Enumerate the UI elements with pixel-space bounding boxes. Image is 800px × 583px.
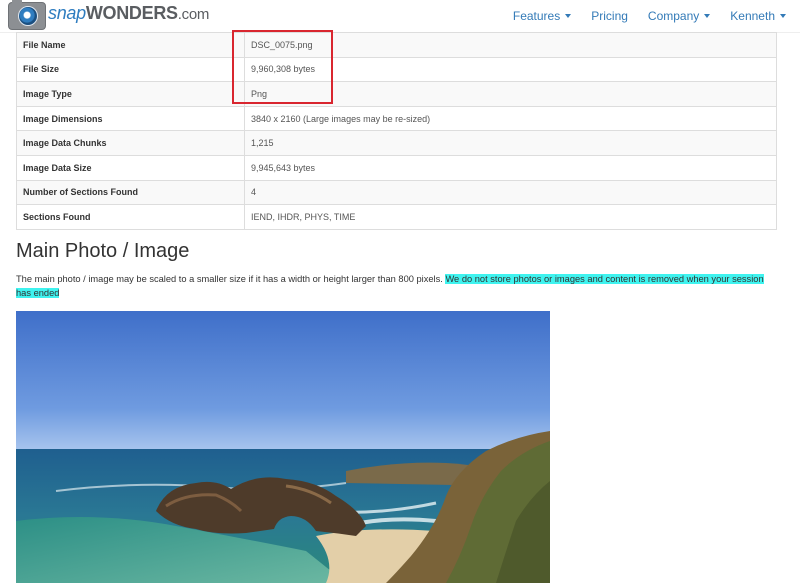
nav-features-dropdown[interactable]: Features: [512, 9, 572, 23]
row-key: File Name: [16, 32, 245, 58]
nav-company-dropdown[interactable]: Company: [647, 9, 711, 23]
logo-wonders: WONDERS: [85, 3, 178, 23]
row-value: DSC_0075.png: [244, 32, 777, 58]
row-key: Number of Sections Found: [16, 179, 245, 206]
table-row: Image Data Size 9,945,643 bytes: [16, 154, 777, 181]
logo-snap: snap: [48, 3, 86, 23]
table-row: File Name DSC_0075.png: [16, 32, 777, 58]
table-row: Sections Found IEND, IHDR, PHYS, TIME: [16, 204, 777, 230]
description-text: The main photo / image may be scaled to …: [16, 274, 443, 284]
coastal-landscape-image: [16, 311, 550, 583]
table-row: Image Data Chunks 1,215: [16, 130, 777, 156]
table-row: File Size 9,960,308 bytes: [16, 56, 777, 83]
row-value: 9,960,308 bytes: [244, 56, 777, 83]
logo-domain: .com: [177, 6, 210, 23]
row-value: 1,215: [244, 130, 777, 156]
nav-features-label: Features: [512, 9, 561, 23]
row-key: Image Data Size: [16, 154, 245, 181]
caret-down-icon: [704, 14, 711, 18]
row-value: Png: [244, 81, 777, 107]
table-row: Image Type Png: [16, 81, 777, 107]
row-key: File Size: [16, 56, 245, 83]
table-row: Number of Sections Found 4: [16, 179, 777, 206]
section-description: The main photo / image may be scaled to …: [16, 272, 776, 300]
row-value: 4: [244, 179, 777, 206]
camera-icon: [8, 0, 46, 30]
main-photo: [16, 311, 550, 583]
caret-down-icon: [565, 14, 572, 18]
row-key: Sections Found: [16, 204, 245, 230]
row-key: Image Dimensions: [16, 105, 245, 132]
logo-wordmark: snapWONDERS.com: [48, 3, 209, 24]
nav-user-label: Kenneth: [730, 9, 775, 23]
row-value: 3840 x 2160 (Large images may be re-size…: [244, 105, 777, 132]
site-logo[interactable]: snapWONDERS.com: [4, 0, 209, 30]
nav-company-label: Company: [647, 9, 700, 23]
row-key: Image Data Chunks: [16, 130, 245, 156]
file-info-table: File Name DSC_0075.png File Size 9,960,3…: [16, 32, 777, 230]
nav-pricing-link[interactable]: Pricing: [591, 9, 628, 23]
row-value: 9,945,643 bytes: [244, 154, 777, 181]
table-row: Image Dimensions 3840 x 2160 (Large imag…: [16, 105, 777, 132]
section-title: Main Photo / Image: [16, 240, 190, 262]
caret-down-icon: [780, 14, 786, 18]
nav-pricing-label: Pricing: [591, 9, 628, 23]
nav-user-dropdown[interactable]: Kenneth: [730, 9, 786, 23]
top-navbar: snapWONDERS.com Features Pricing Company…: [0, 0, 800, 33]
row-key: Image Type: [16, 81, 245, 107]
row-value: IEND, IHDR, PHYS, TIME: [244, 204, 777, 230]
nav-menu: Features Pricing Company Kenneth: [493, 0, 786, 32]
